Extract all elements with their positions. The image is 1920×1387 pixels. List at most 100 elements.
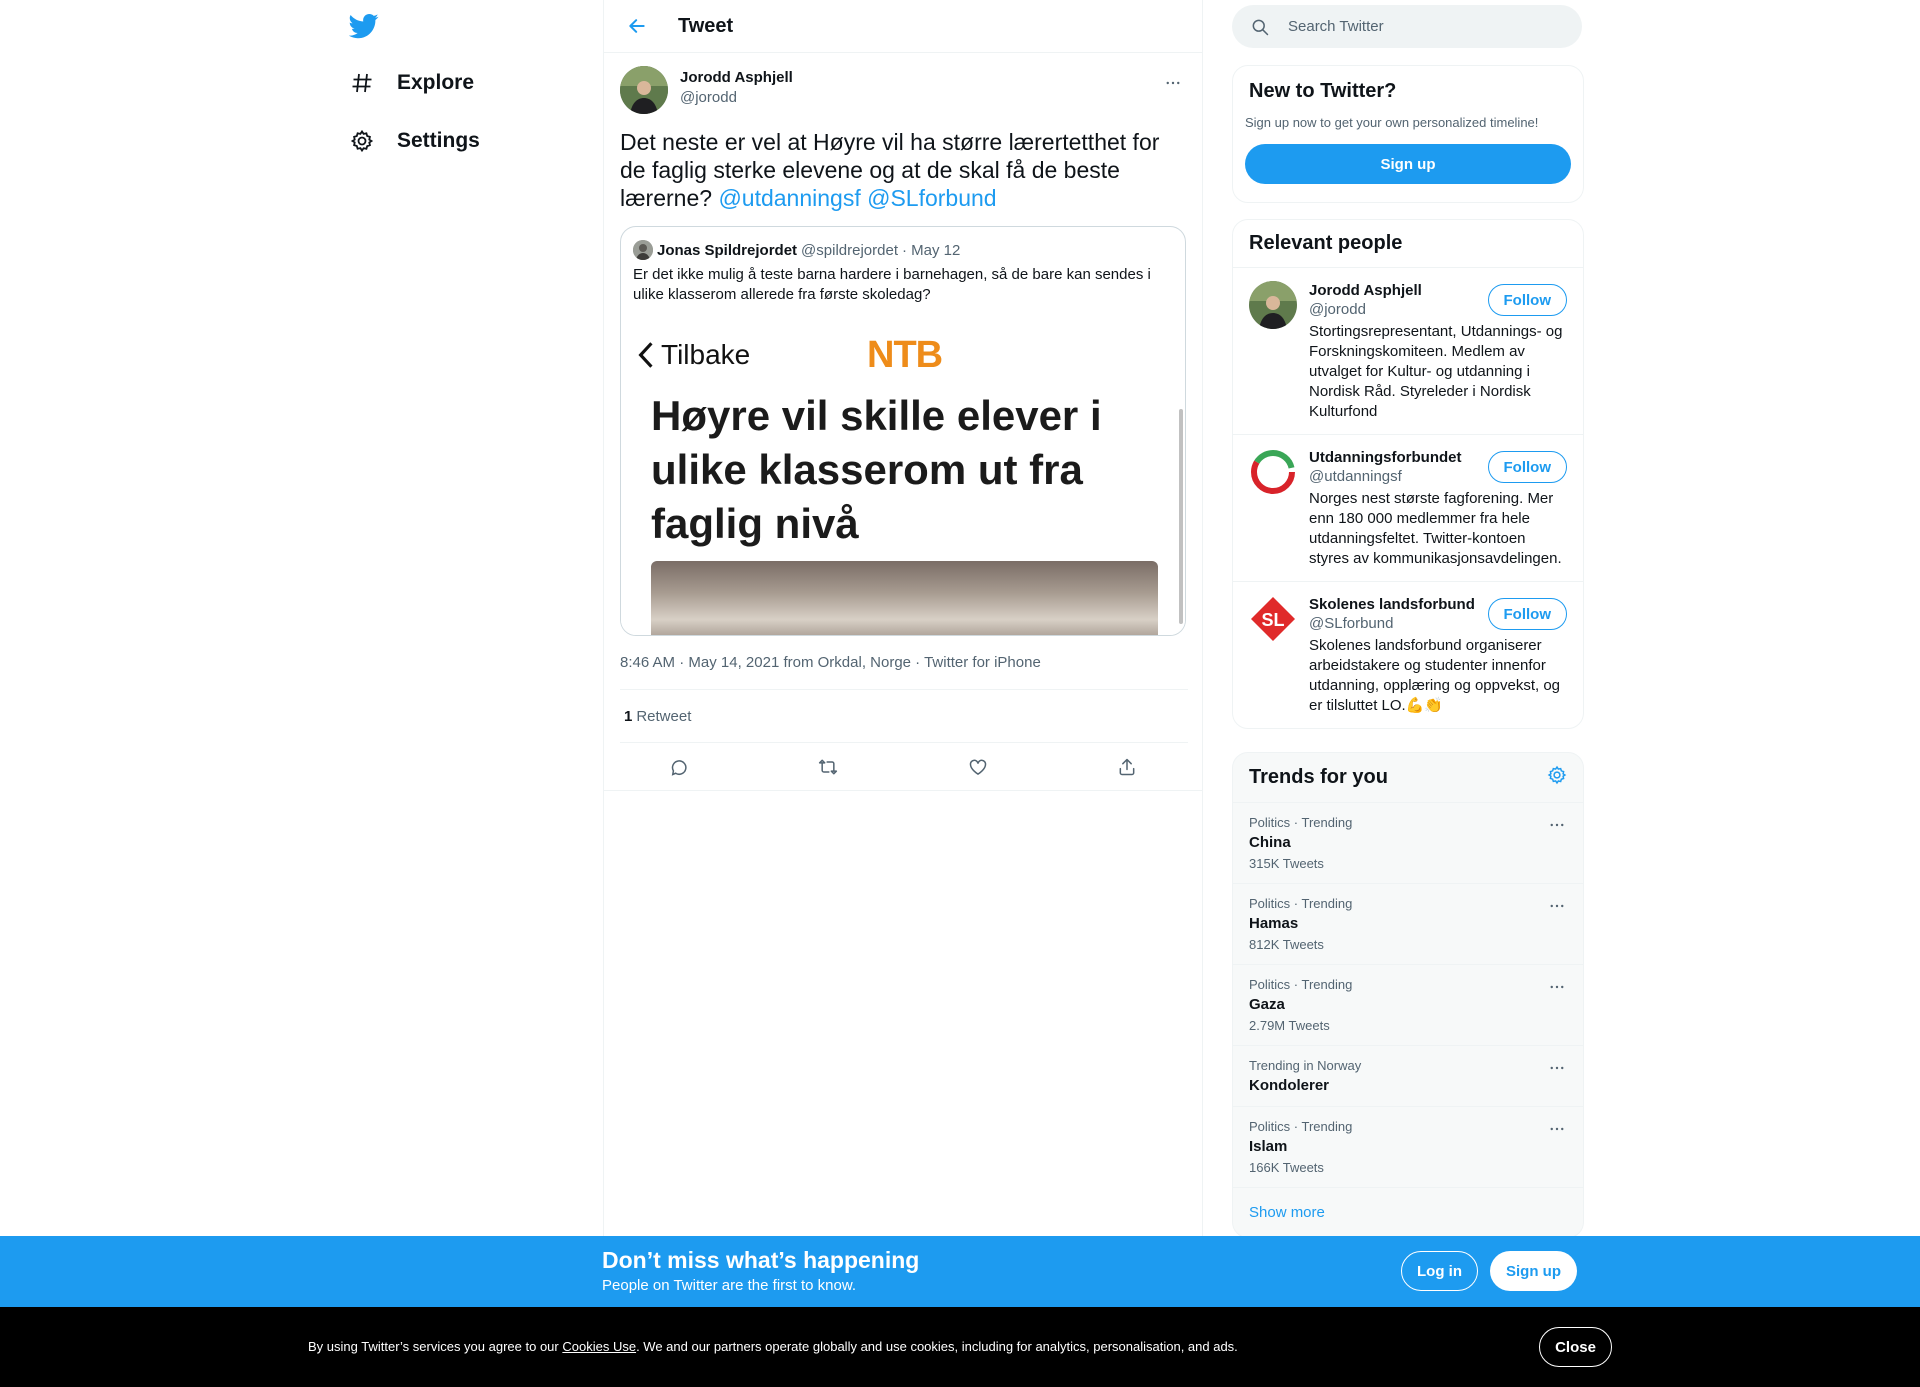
more-options-icon[interactable] <box>1547 896 1567 916</box>
cookies-use-link[interactable]: Cookies Use <box>562 1339 636 1354</box>
signup-button[interactable]: Sign up <box>1245 144 1571 184</box>
new-to-twitter-card: New to Twitter? Sign up now to get your … <box>1232 65 1584 203</box>
trend-name: Kondolerer <box>1249 1077 1330 1094</box>
arrow-left-icon[interactable] <box>620 9 654 43</box>
more-options-icon[interactable] <box>1158 68 1188 98</box>
more-options-icon[interactable] <box>1547 1119 1567 1139</box>
cookie-text-before: By using Twitter’s services you agree to… <box>308 1339 563 1354</box>
follow-button[interactable]: Follow <box>1487 598 1567 630</box>
mention-link[interactable]: @utdanningsf <box>718 185 860 211</box>
trend-meta: Politics · Trending <box>1249 896 1353 911</box>
trends-header: Trends for you <box>1233 753 1583 803</box>
person-name: Skolenes landsforbund <box>1309 596 1475 613</box>
quoted-tweet-text: Er det ikke mulig å teste barna hardere … <box>633 266 1151 303</box>
trends-card: Trends for you Politics · Trending China… <box>1232 752 1584 1238</box>
quoted-author-handle: @spildrejordet <box>801 241 898 259</box>
mention-link[interactable]: @SLforbund <box>867 185 997 211</box>
trend-name: Islam <box>1249 1138 1288 1155</box>
nav-explore[interactable]: Explore <box>349 58 474 108</box>
person-name: Jorodd Asphjell <box>1309 282 1422 299</box>
twitter-bird-icon[interactable] <box>348 11 379 41</box>
relevant-people-card: Relevant people Jorodd Asphjell @jorodd … <box>1232 219 1584 729</box>
tweet-source[interactable]: Twitter for iPhone <box>924 654 1041 671</box>
nav-explore-label: Explore <box>397 71 475 94</box>
author-handle[interactable]: @jorodd <box>680 89 737 106</box>
trend-item[interactable]: Politics · Trending China 315K Tweets <box>1233 803 1583 884</box>
show-more-link[interactable]: Show more <box>1233 1188 1583 1237</box>
cookie-text-after: . We and our partners operate globally a… <box>636 1339 1238 1354</box>
close-button[interactable]: Close <box>1539 1327 1612 1367</box>
card-title: Relevant people <box>1233 220 1583 268</box>
location-prefix: from <box>783 654 814 671</box>
main-column: Tweet Jorodd Asphjell @jorodd Det neste … <box>603 0 1203 1387</box>
promo-subtitle: People on Twitter are the first to know. <box>602 1277 857 1294</box>
trend-item[interactable]: Politics · Trending Islam 166K Tweets <box>1233 1107 1583 1188</box>
trend-meta: Politics · Trending <box>1249 1119 1353 1134</box>
cookie-banner: By using Twitter’s services you agree to… <box>0 1307 1920 1387</box>
svg-text:SL: SL <box>1261 610 1284 630</box>
follow-button[interactable]: Follow <box>1487 284 1567 316</box>
search-bar[interactable] <box>1232 5 1582 48</box>
signup-promo-bar: Don’t miss what’s happening People on Tw… <box>0 1236 1920 1307</box>
tweet-stats[interactable]: 1 Retweet <box>620 689 1188 743</box>
trend-meta: Politics · Trending <box>1249 977 1353 992</box>
author-name[interactable]: Jorodd Asphjell <box>680 69 793 86</box>
trend-meta: Politics · Trending <box>1249 815 1353 830</box>
card-subtitle: Sign up now to get your own personalized… <box>1245 115 1539 130</box>
trend-item[interactable]: Politics · Trending Gaza 2.79M Tweets <box>1233 965 1583 1046</box>
quoted-date: · May 12 <box>901 241 961 259</box>
person-bio: Norges nest største fagforening. Mer enn… <box>1309 490 1562 567</box>
gear-icon <box>349 128 375 154</box>
more-options-icon[interactable] <box>1547 815 1567 835</box>
trend-item[interactable]: Politics · Trending Hamas 812K Tweets <box>1233 884 1583 965</box>
retweet-label: Retweet <box>636 707 692 725</box>
tweet-location[interactable]: Orkdal, Norge <box>818 654 911 671</box>
card-title: New to Twitter? <box>1249 80 1397 102</box>
tweet-author: Jorodd Asphjell @jorodd <box>620 66 1188 116</box>
follow-button[interactable]: Follow <box>1487 451 1567 483</box>
hashtag-icon <box>349 70 375 96</box>
avatar: SL <box>1249 595 1297 643</box>
login-button[interactable]: Log in <box>1401 1251 1478 1291</box>
person-item[interactable]: Jorodd Asphjell @jorodd Stortingsreprese… <box>1233 268 1583 435</box>
quoted-author-name: Jonas Spildrejordet <box>657 241 798 259</box>
image-scrollbar <box>1179 409 1183 624</box>
image-headline: Høyre vil skille elever i ulike klassero… <box>651 392 1102 547</box>
ntb-logo: NTB <box>867 334 943 376</box>
tweet-date[interactable]: May 14, 2021 <box>688 654 779 671</box>
nav-settings[interactable]: Settings <box>349 116 480 166</box>
image-back-text: Tilbake <box>661 339 751 370</box>
page-title: Tweet <box>678 14 734 37</box>
gear-icon[interactable] <box>1547 765 1567 791</box>
avatar <box>633 240 653 260</box>
share-icon[interactable] <box>1109 749 1145 785</box>
reply-icon[interactable] <box>661 749 697 785</box>
person-bio: Skolenes landsforbund organiserer arbeid… <box>1309 637 1561 714</box>
signup-button[interactable]: Sign up <box>1490 1251 1577 1291</box>
tweet-actions <box>604 743 1202 791</box>
tweet-time[interactable]: 8:46 AM <box>620 654 675 671</box>
trend-name: China <box>1249 834 1291 851</box>
avatar[interactable] <box>620 66 668 114</box>
avatar <box>1249 448 1297 496</box>
retweet-count: 1 <box>624 707 633 725</box>
tweet-text: Det neste er vel at Høyre vil ha større … <box>620 128 1180 212</box>
trend-name: Gaza <box>1249 996 1285 1013</box>
nav-settings-label: Settings <box>397 129 480 152</box>
person-item[interactable]: SL Skolenes landsforbund @SLforbund Skol… <box>1233 582 1583 728</box>
image-photo <box>651 561 1158 635</box>
person-item[interactable]: Utdanningsforbundet @utdanningsf Norges … <box>1233 435 1583 582</box>
quoted-tweet-image[interactable]: Tilbake NTB Høyre vil skille elever i ul… <box>621 319 1185 635</box>
trend-meta: Trending in Norway <box>1249 1058 1362 1073</box>
avatar <box>1249 281 1297 329</box>
quoted-tweet[interactable]: Jonas Spildrejordet @spildrejordet · May… <box>620 226 1186 636</box>
trend-item[interactable]: Trending in Norway Kondolerer <box>1233 1046 1583 1107</box>
search-input[interactable] <box>1288 18 1548 35</box>
retweet-icon[interactable] <box>810 749 846 785</box>
heart-icon[interactable] <box>960 749 996 785</box>
promo-title: Don’t miss what’s happening <box>602 1247 920 1273</box>
more-options-icon[interactable] <box>1547 977 1567 997</box>
more-options-icon[interactable] <box>1547 1058 1567 1078</box>
image-back-label: Tilbake <box>637 339 750 371</box>
person-bio: Stortingsrepresentant, Utdannings- og Fo… <box>1309 323 1563 420</box>
